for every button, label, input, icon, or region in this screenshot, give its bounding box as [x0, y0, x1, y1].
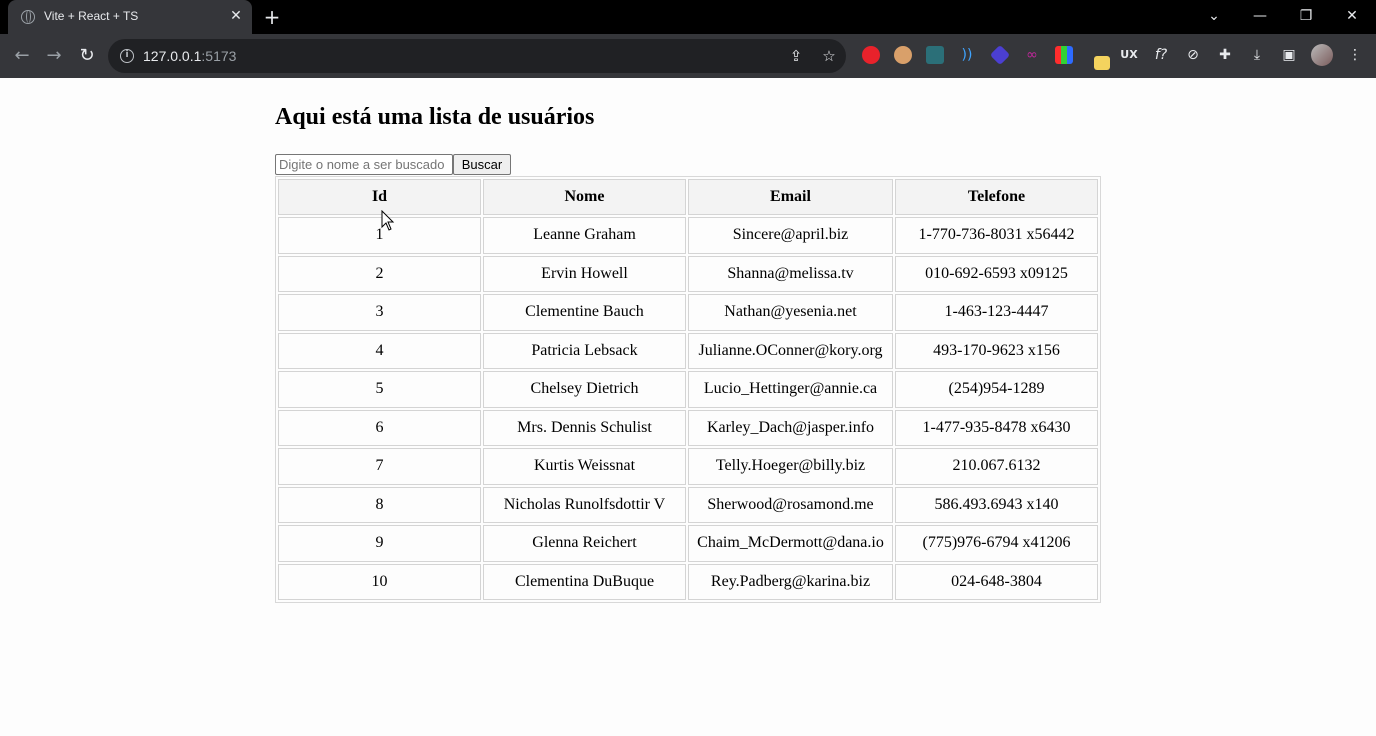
extension-face-icon[interactable] — [894, 46, 912, 64]
cell-name: Clementine Bauch — [483, 294, 686, 331]
cell-id: 7 — [278, 448, 481, 485]
extension-new-icon[interactable] — [926, 46, 944, 64]
extension-color-icon[interactable] — [1055, 46, 1073, 64]
header-name: Nome — [483, 179, 686, 215]
cell-email: Sherwood@rosamond.me — [688, 486, 893, 523]
cell-phone: (254)954-1289 — [895, 371, 1098, 408]
reload-icon[interactable]: ↻ — [75, 44, 99, 68]
new-tab-button[interactable]: + — [262, 6, 282, 28]
cell-name: Mrs. Dennis Schulist — [483, 409, 686, 446]
cell-name: Glenna Reichert — [483, 525, 686, 562]
extension-note-icon[interactable] — [1094, 56, 1110, 70]
page-title: Aqui está uma lista de usuários — [275, 104, 595, 130]
bookmark-star-icon[interactable]: ☆ — [819, 46, 839, 66]
cell-name: Kurtis Weissnat — [483, 448, 686, 485]
cell-email: Karley_Dach@jasper.info — [688, 409, 893, 446]
close-window-button[interactable]: ✕ — [1337, 4, 1367, 28]
side-panel-icon[interactable]: ▣ — [1278, 44, 1300, 66]
table-row: 8 Nicholas Runolfsdottir V Sherwood@rosamo… — [278, 486, 1098, 523]
search-input[interactable] — [275, 154, 453, 175]
forward-arrow-icon[interactable]: → — [42, 44, 66, 68]
cell-phone: 1-463-123-4447 — [895, 294, 1098, 331]
extension-link-icon[interactable]: ∞ — [1021, 44, 1043, 66]
header-id: Id — [278, 179, 481, 215]
download-icon[interactable]: ⤓ — [1246, 44, 1268, 66]
table-row: 5 Chelsey Dietrich Lucio_Hettinger@annie.c… — [278, 371, 1098, 408]
table-row: 2 Ervin Howell Shanna@melissa.tv 010-692-65… — [278, 255, 1098, 292]
active-tab[interactable]: Vite + React + TS ✕ — [8, 0, 252, 34]
address-bar[interactable]: i 127.0.0.1:5173 ⇪ ☆ — [108, 39, 846, 73]
tab-title: Vite + React + TS — [44, 9, 139, 23]
cell-phone: 586.493.6943 x140 — [895, 486, 1098, 523]
tab-strip: Vite + React + TS ✕ + ⌄ — ❐ ✕ — [0, 0, 1376, 34]
restore-button[interactable]: ❐ — [1291, 4, 1321, 28]
profile-avatar[interactable] — [1311, 44, 1333, 66]
cell-email: Julianne.OConner@kory.org — [688, 332, 893, 369]
back-arrow-icon[interactable]: ← — [10, 44, 34, 68]
cell-email: Rey.Padberg@karina.biz — [688, 563, 893, 600]
table-header-row: Id Nome Email Telefone — [278, 179, 1098, 215]
menu-kebab-icon[interactable]: ⋮ — [1344, 44, 1366, 66]
cell-id: 5 — [278, 371, 481, 408]
cell-id: 2 — [278, 255, 481, 292]
cell-phone: (775)976-6794 x41206 — [895, 525, 1098, 562]
mouse-cursor-icon — [381, 210, 395, 231]
url-port: :5173 — [201, 48, 237, 64]
extension-wave-icon[interactable]: )) — [956, 44, 978, 66]
cell-phone: 210.067.6132 — [895, 448, 1098, 485]
cell-name: Leanne Graham — [483, 217, 686, 254]
table-row: 4 Patricia Lebsack Julianne.OConner@kory.o… — [278, 332, 1098, 369]
extension-function-icon[interactable]: f? — [1150, 44, 1172, 66]
header-phone: Telefone — [895, 179, 1098, 215]
cell-name: Patricia Lebsack — [483, 332, 686, 369]
cell-email: Nathan@yesenia.net — [688, 294, 893, 331]
table-row: 7 Kurtis Weissnat Telly.Hoeger@billy.biz 21… — [278, 448, 1098, 485]
table-row: 3 Clementine Bauch Nathan@yesenia.net 1-463… — [278, 294, 1098, 331]
cell-id: 6 — [278, 409, 481, 446]
close-tab-icon[interactable]: ✕ — [227, 7, 245, 25]
cell-email: Chaim_McDermott@dana.io — [688, 525, 893, 562]
cell-name: Chelsey Dietrich — [483, 371, 686, 408]
table-row: 1 Leanne Graham Sincere@april.biz 1-770-736… — [278, 217, 1098, 254]
cell-email: Shanna@melissa.tv — [688, 255, 893, 292]
cell-phone: 1-477-935-8478 x6430 — [895, 409, 1098, 446]
table-row: 10 Clementina DuBuque Rey.Padberg@karina.b… — [278, 563, 1098, 600]
table-row: 9 Glenna Reichert Chaim_McDermott@dana.io(… — [278, 525, 1098, 562]
table-body: 1 Leanne Graham Sincere@april.biz 1-770-736… — [278, 217, 1098, 600]
cell-phone: 024-648-3804 — [895, 563, 1098, 600]
users-table: Id Nome Email Telefone 1 Leanne Graham Sin… — [275, 176, 1101, 603]
cell-name: Clementina DuBuque — [483, 563, 686, 600]
cell-phone: 493-170-9623 x156 — [895, 332, 1098, 369]
search-button[interactable]: Buscar — [453, 154, 511, 175]
share-icon[interactable]: ⇪ — [786, 46, 806, 66]
cell-id: 9 — [278, 525, 481, 562]
header-email: Email — [688, 179, 893, 215]
cell-id: 8 — [278, 486, 481, 523]
extension-ux-icon[interactable]: UX — [1118, 44, 1140, 66]
cell-id: 4 — [278, 332, 481, 369]
cell-phone: 1-770-736-8031 x56442 — [895, 217, 1098, 254]
cell-email: Sincere@april.biz — [688, 217, 893, 254]
url-text[interactable]: 127.0.0.1:5173 — [143, 48, 236, 64]
extension-compass-icon[interactable]: ⊘ — [1182, 44, 1204, 66]
tab-search-icon[interactable]: ⌄ — [1199, 4, 1229, 28]
cell-name: Ervin Howell — [483, 255, 686, 292]
cell-name: Nicholas Runolfsdottir V — [483, 486, 686, 523]
extension-red-icon[interactable] — [862, 46, 880, 64]
table-row: 6 Mrs. Dennis Schulist Karley_Dach@jasper.… — [278, 409, 1098, 446]
site-info-icon[interactable]: i — [120, 49, 134, 63]
cell-id: 10 — [278, 563, 481, 600]
url-host: 127.0.0.1 — [143, 48, 202, 64]
minimize-button[interactable]: — — [1245, 4, 1275, 28]
cell-email: Lucio_Hettinger@annie.ca — [688, 371, 893, 408]
extensions-puzzle-icon[interactable]: ✚ — [1214, 44, 1236, 66]
cell-id: 1 — [278, 217, 481, 254]
globe-icon — [21, 10, 35, 24]
cell-email: Telly.Hoeger@billy.biz — [688, 448, 893, 485]
cell-phone: 010-692-6593 x09125 — [895, 255, 1098, 292]
cell-id: 3 — [278, 294, 481, 331]
